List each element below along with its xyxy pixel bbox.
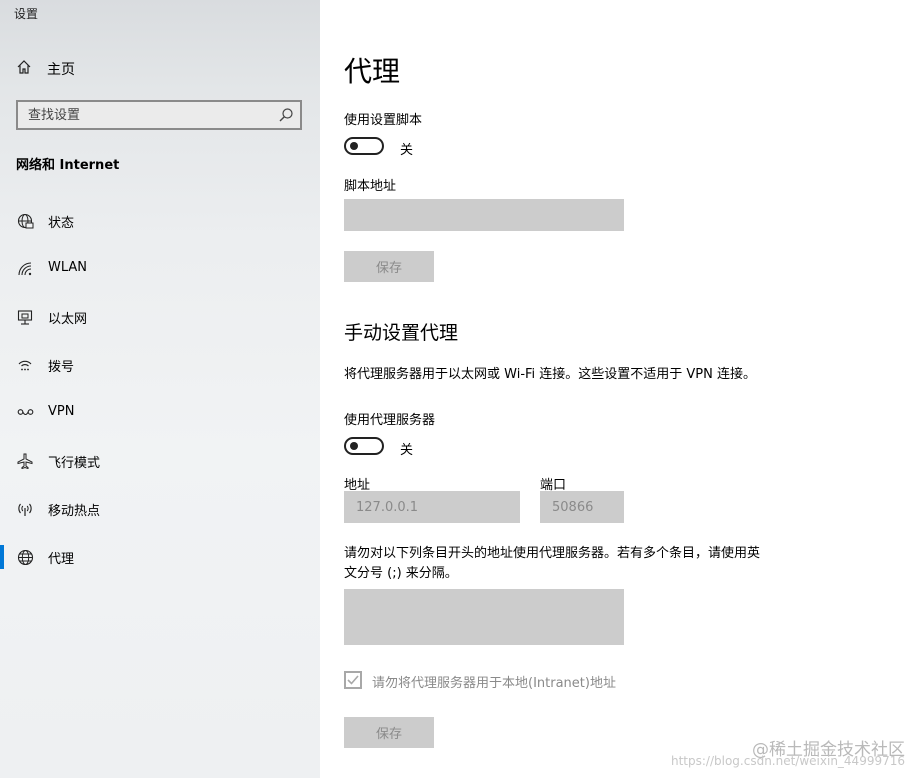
wifi-icon	[16, 261, 34, 277]
watermark-url: https://blog.csdn.net/weixin_44999716	[670, 754, 905, 768]
use-proxy-state: 关	[400, 443, 414, 458]
sidebar-item-ethernet[interactable]: 以太网	[0, 299, 320, 335]
exceptions-description-line2: 文分号 (;) 来分隔。	[344, 566, 458, 581]
globe-icon	[16, 549, 34, 565]
toggle-knob	[350, 142, 358, 150]
port-input[interactable]	[540, 491, 624, 523]
exceptions-description-line1: 请勿对以下列条目开头的地址使用代理服务器。若有多个条目，请使用英	[344, 546, 761, 561]
home-icon	[16, 59, 32, 79]
checkmark-icon	[347, 675, 359, 685]
active-indicator	[0, 545, 4, 569]
script-address-label: 脚本地址	[344, 179, 397, 194]
use-proxy-label: 使用代理服务器	[344, 413, 436, 428]
search-icon[interactable]	[278, 107, 294, 127]
dialup-icon	[16, 357, 34, 373]
sidebar-item-label: WLAN	[48, 260, 88, 275]
address-input[interactable]	[344, 491, 520, 523]
sidebar-item-status[interactable]: 状态	[0, 203, 320, 239]
address-field[interactable]	[344, 491, 520, 523]
toggle-knob	[350, 442, 358, 450]
manual-section-title: 手动设置代理	[344, 322, 459, 344]
use-script-label: 使用设置脚本	[344, 113, 423, 128]
use-proxy-toggle[interactable]	[344, 437, 384, 455]
sidebar-item-label: 以太网	[48, 312, 88, 327]
main-content: 代理 使用设置脚本 关 脚本地址 保存 手动设置代理 将代理服务器用于以太网或 …	[320, 0, 913, 778]
sidebar-item-label: 代理	[48, 552, 75, 567]
sidebar-item-proxy[interactable]: 代理	[0, 539, 320, 575]
sidebar-home[interactable]: 主页	[16, 58, 75, 80]
ethernet-icon	[16, 309, 34, 325]
sidebar-item-label: 拨号	[48, 360, 75, 375]
sidebar-item-dialup[interactable]: 拨号	[0, 347, 320, 383]
manual-description: 将代理服务器用于以太网或 Wi-Fi 连接。这些设置不适用于 VPN 连接。	[344, 367, 757, 382]
hotspot-icon	[16, 501, 34, 517]
home-label: 主页	[47, 62, 75, 78]
search-input[interactable]	[18, 102, 278, 128]
manual-save-button[interactable]: 保存	[344, 717, 434, 748]
vpn-icon	[16, 405, 34, 421]
sidebar-item-label: VPN	[48, 404, 75, 419]
script-address-field[interactable]	[344, 199, 624, 231]
sidebar-item-vpn[interactable]: VPN	[0, 395, 320, 431]
sidebar-item-label: 状态	[48, 216, 75, 231]
sidebar-item-label: 飞行模式	[48, 456, 101, 471]
use-script-state: 关	[400, 143, 414, 158]
script-address-input[interactable]	[344, 199, 624, 231]
globe-status-icon	[16, 213, 34, 229]
page-title: 代理	[344, 55, 401, 88]
sidebar-item-airplane[interactable]: 飞行模式	[0, 443, 320, 479]
script-save-button[interactable]: 保存	[344, 251, 434, 282]
section-title: 网络和 Internet	[16, 158, 120, 173]
exceptions-input[interactable]	[344, 589, 624, 645]
bypass-local-checkbox[interactable]	[344, 671, 362, 689]
bypass-local-label: 请勿将代理服务器用于本地(Intranet)地址	[372, 676, 616, 691]
sidebar-item-wlan[interactable]: WLAN	[0, 251, 320, 287]
airplane-icon	[16, 453, 34, 469]
use-script-toggle[interactable]	[344, 137, 384, 155]
sidebar-item-hotspot[interactable]: 移动热点	[0, 491, 320, 527]
sidebar: 设置 主页 网络和 Internet 状态 WLAN	[0, 0, 320, 778]
app-title: 设置	[14, 7, 39, 21]
port-field[interactable]	[540, 491, 624, 523]
exceptions-field[interactable]	[344, 589, 624, 645]
search-box[interactable]	[16, 100, 302, 130]
sidebar-item-label: 移动热点	[48, 504, 101, 519]
